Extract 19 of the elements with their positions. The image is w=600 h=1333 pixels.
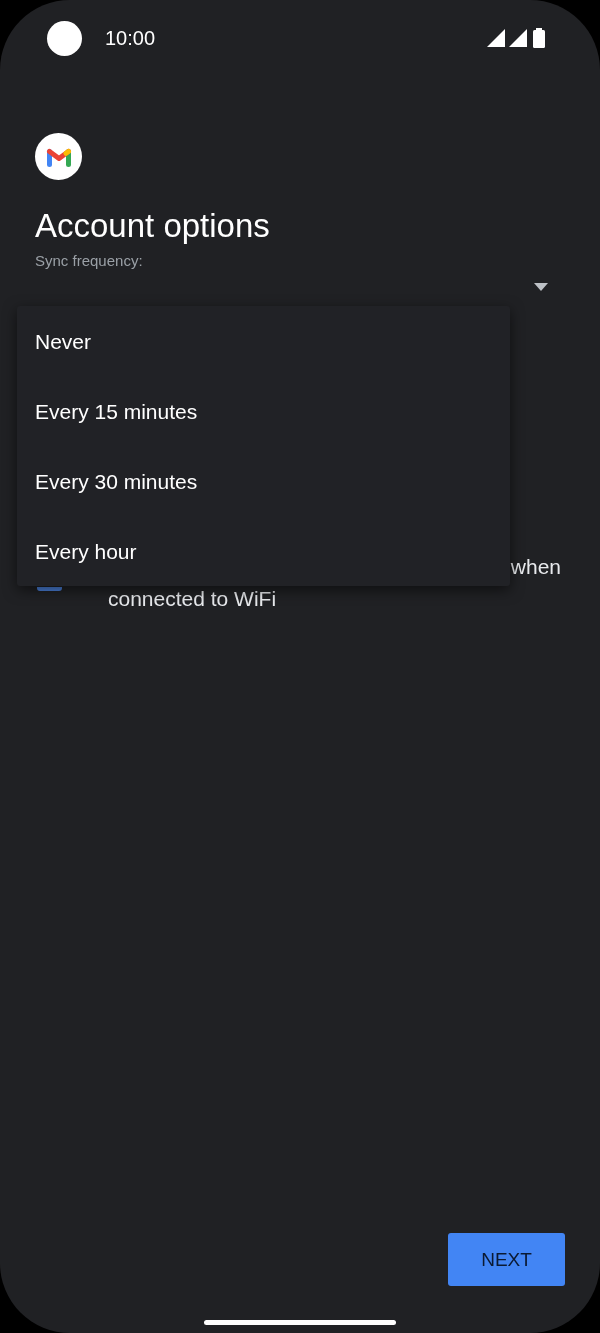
status-time: 10:00 — [105, 26, 157, 50]
menu-item[interactable]: Never — [17, 306, 510, 376]
menu-item[interactable]: Every 30 minutes — [17, 446, 510, 516]
option-text: connected to WiFi — [108, 586, 278, 612]
mail-logo-icon — [35, 133, 82, 180]
checkbox[interactable] — [37, 587, 62, 591]
field-label: Sync frequency: — [35, 252, 144, 269]
menu-item[interactable]: Every 15 minutes — [17, 376, 510, 446]
next-button[interactable]: NEXT — [448, 1233, 565, 1286]
battery-icon — [533, 28, 545, 48]
dropdown-arrow-icon[interactable] — [534, 283, 548, 291]
menu-item[interactable]: Every hour — [17, 516, 510, 586]
option-text: when — [510, 554, 561, 580]
camera-cutout — [47, 20, 82, 56]
signal-icon — [509, 29, 527, 47]
signal-icon — [487, 29, 505, 47]
home-indicator[interactable] — [204, 1320, 396, 1325]
dropdown-menu[interactable]: Never Every 15 minutes Every 30 minutes Every hour — [17, 306, 510, 586]
page-title: Account options — [35, 206, 271, 246]
